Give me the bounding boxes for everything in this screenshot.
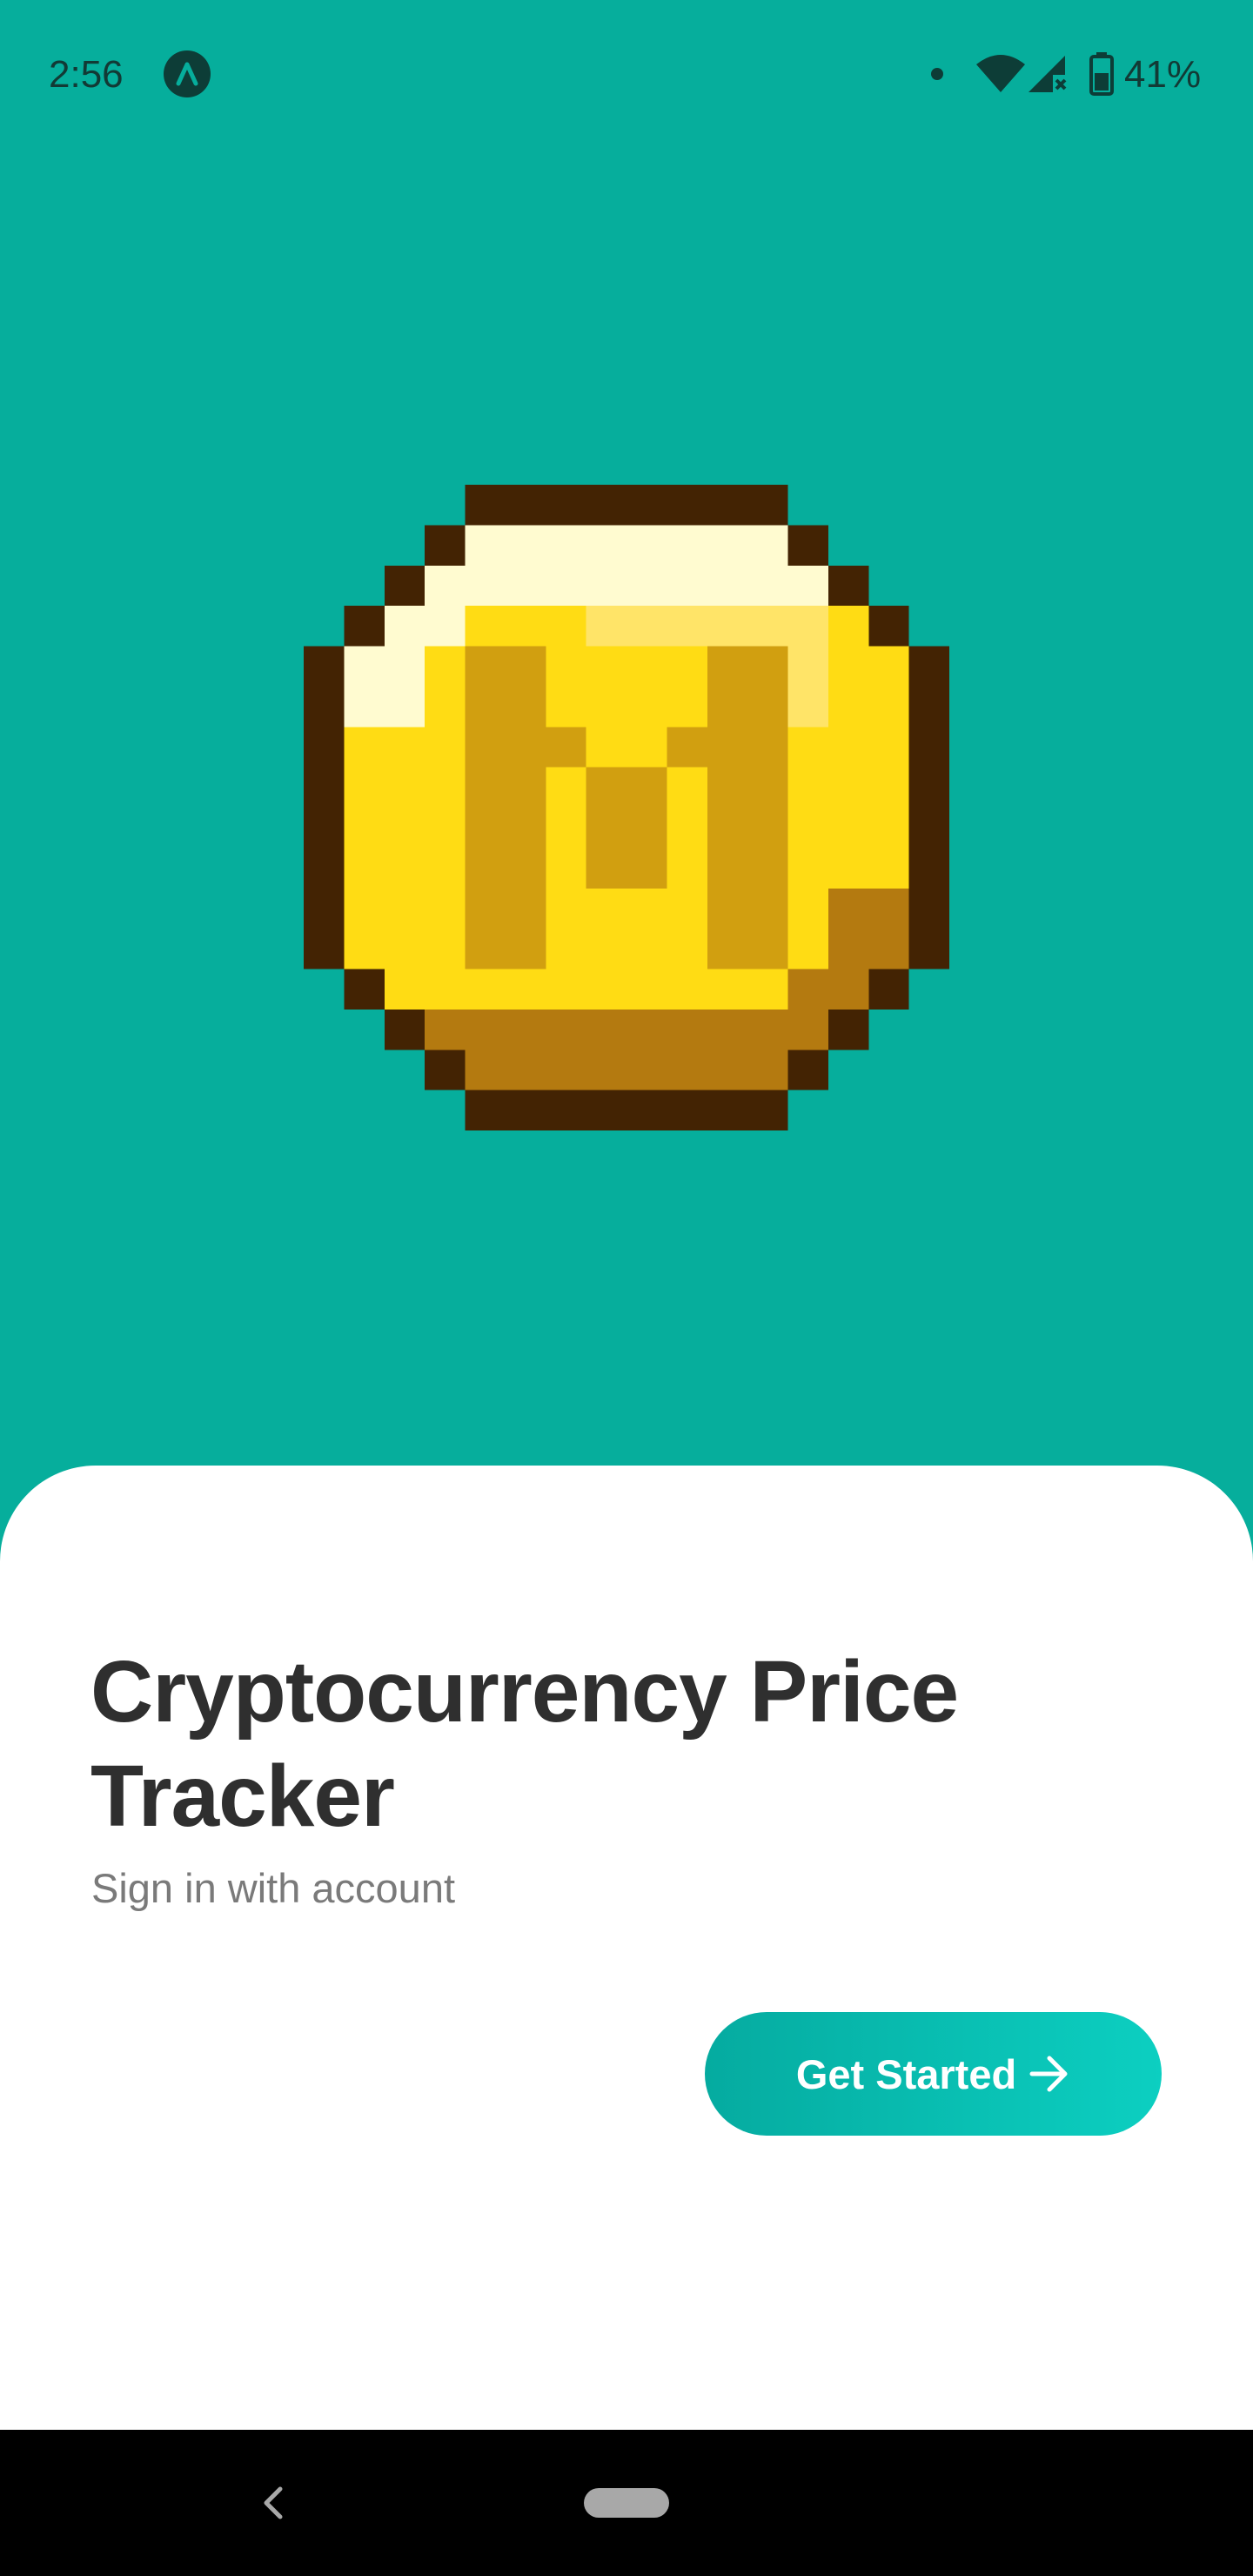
get-started-button[interactable]: Get Started <box>705 2012 1162 2136</box>
battery-icon <box>1089 52 1114 100</box>
app-notification-icon <box>164 50 211 97</box>
dot-icon <box>931 68 943 80</box>
welcome-card: Cryptocurrency Price Tracker Sign in wit… <box>0 1466 1253 2430</box>
signal-icon <box>1027 54 1069 98</box>
welcome-screen: 2:56 41% Cryptocurrency Price Tracker Si… <box>0 0 1253 2576</box>
battery-percentage: 41% <box>1124 53 1202 96</box>
page-subtitle: Sign in with account <box>91 1865 456 1911</box>
arrow-right-icon <box>1029 2055 1070 2093</box>
back-icon[interactable] <box>247 2477 299 2529</box>
home-pill-icon[interactable] <box>584 2488 669 2518</box>
status-bar: 2:56 41% <box>0 0 1253 148</box>
page-title: Cryptocurrency Price Tracker <box>90 1643 959 1845</box>
wifi-icon <box>976 54 1025 98</box>
get-started-label: Get Started <box>795 2050 1017 2097</box>
pixel-coin-icon <box>304 485 949 1130</box>
navigation-bar <box>0 2430 1253 2576</box>
status-time: 2:56 <box>49 53 124 96</box>
